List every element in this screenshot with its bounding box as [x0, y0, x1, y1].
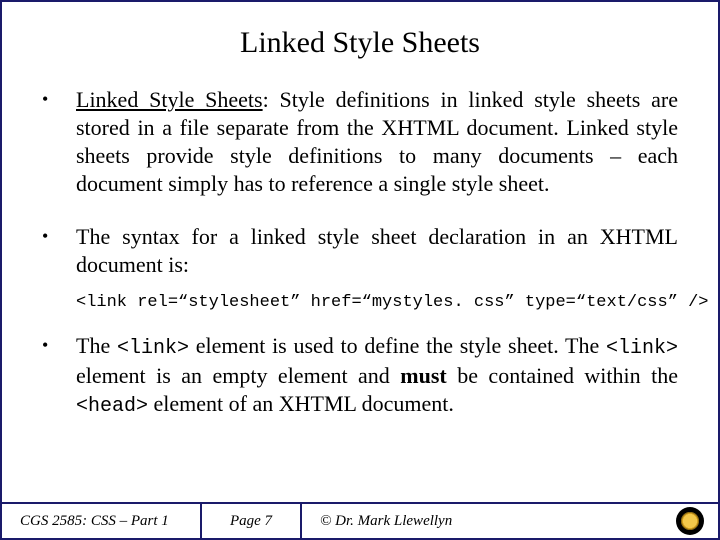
bullet-2-text: The syntax for a linked style sheet decl…: [76, 223, 678, 279]
bullet-marker: •: [42, 332, 76, 359]
bullet-3: • The <link> element is used to define t…: [42, 332, 678, 419]
slide-title: Linked Style Sheets: [18, 26, 702, 60]
code-example: <link rel=“stylesheet” href=“mystyles. c…: [76, 293, 678, 312]
b3-bold: must: [400, 363, 446, 388]
bullet-marker: •: [42, 223, 76, 250]
bullet-1-term: Linked Style Sheets: [76, 87, 263, 112]
footer-page: Page 7: [202, 504, 302, 538]
b3-mid3: be contained within the: [447, 363, 678, 388]
slide: Linked Style Sheets • Linked Style Sheet…: [0, 0, 720, 540]
footer-course: CGS 2585: CSS – Part 1: [2, 504, 202, 538]
footer-copyright: © Dr. Mark Llewellyn: [302, 504, 718, 538]
bullet-marker: •: [42, 86, 76, 113]
b3-code1: <link>: [117, 337, 189, 360]
b3-code2: <link>: [606, 337, 678, 360]
bullet-2: • The syntax for a linked style sheet de…: [42, 223, 678, 279]
b3-code3: <head>: [76, 395, 148, 418]
bullet-1: • Linked Style Sheets: Style definitions…: [42, 86, 678, 199]
b3-pre1: The: [76, 333, 117, 358]
footer: CGS 2585: CSS – Part 1 Page 7 © Dr. Mark…: [2, 502, 718, 538]
bullet-1-text: Linked Style Sheets: Style definitions i…: [76, 86, 678, 199]
b3-mid2: element is an empty element and: [76, 363, 400, 388]
slide-body: • Linked Style Sheets: Style definitions…: [18, 86, 702, 419]
ucf-logo-icon: [676, 507, 704, 535]
b3-post: element of an XHTML document.: [148, 391, 454, 416]
bullet-3-text: The <link> element is used to define the…: [76, 332, 678, 419]
b3-mid1: element is used to define the style shee…: [189, 333, 606, 358]
